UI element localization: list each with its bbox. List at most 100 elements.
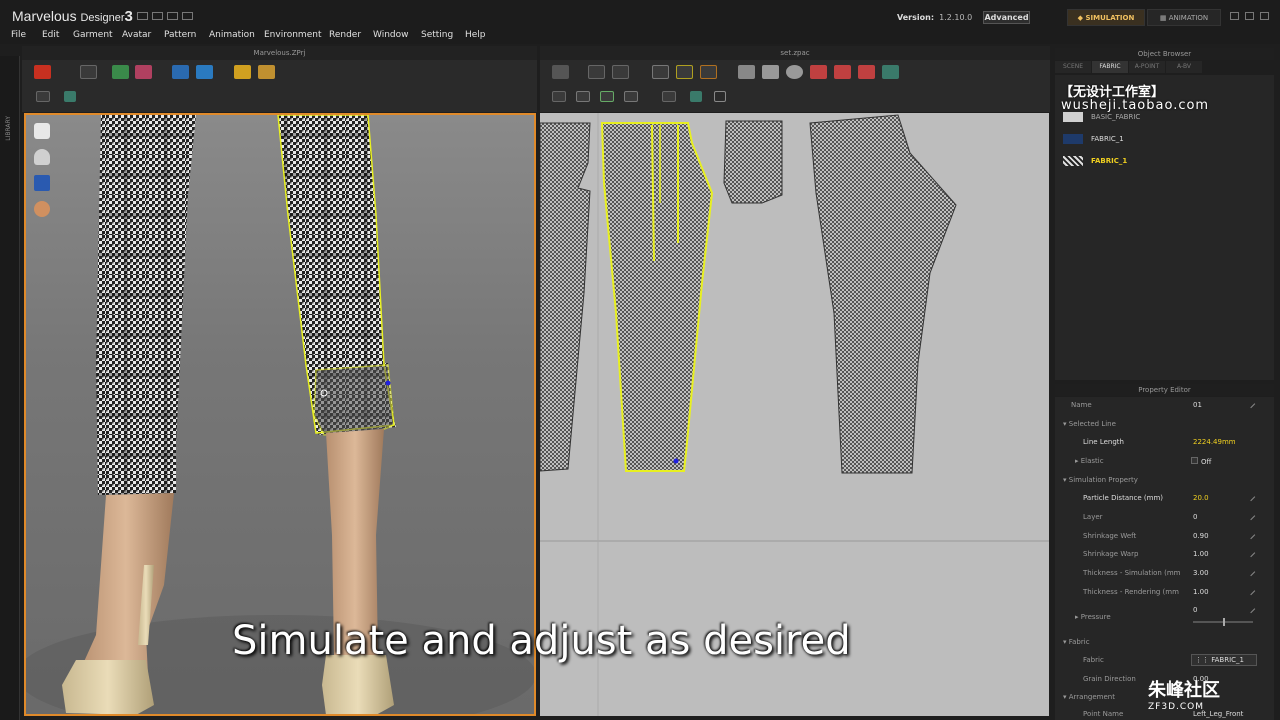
edit-icon[interactable]	[1246, 604, 1256, 614]
dart-icon[interactable]	[882, 65, 899, 79]
prop-elastic[interactable]: ▸ Elastic Off	[1055, 453, 1274, 470]
close-icon[interactable]	[1260, 12, 1269, 20]
internal-rectangle-icon[interactable]	[834, 65, 851, 79]
tab-3d-view[interactable]: Marvelous.ZPrj	[22, 46, 537, 60]
edit-icon[interactable]	[1246, 548, 1256, 558]
open-icon[interactable]	[152, 12, 163, 20]
save-icon[interactable]	[137, 12, 148, 20]
tab-scene[interactable]: SCENE	[1055, 61, 1091, 73]
undo-icon[interactable]	[167, 12, 178, 20]
prop-value: 01	[1193, 401, 1202, 409]
prop-thickness-rendering[interactable]: Thickness - Rendering (mm 1.00	[1055, 584, 1274, 601]
animation-run-icon[interactable]	[234, 65, 251, 79]
menu-garment[interactable]: Garment	[73, 30, 113, 40]
menu-pattern[interactable]: Pattern	[164, 30, 196, 40]
fabric-select[interactable]: ⋮⋮ FABRIC_1	[1191, 654, 1257, 666]
prop-value: 0	[1193, 513, 1198, 521]
menu-window[interactable]: Window	[373, 30, 409, 40]
simulate-icon[interactable]	[112, 65, 129, 79]
menu-file[interactable]: File	[11, 30, 26, 40]
simulation-mode-button[interactable]: ◆ SIMULATION	[1067, 9, 1145, 26]
mesh-icon[interactable]	[64, 91, 76, 102]
prop-line-length[interactable]: Line Length 2224.49mm	[1055, 434, 1274, 451]
animation-mode-button[interactable]: ▦ ANIMATION	[1147, 9, 1221, 26]
tab-2d-view[interactable]: set.zpac	[540, 46, 1050, 60]
circle-icon[interactable]	[786, 65, 803, 79]
edit-icon[interactable]	[1246, 530, 1256, 540]
fabric-item-1[interactable]: FABRIC_1	[1063, 132, 1124, 146]
section-fabric[interactable]: ▾ Fabric	[1055, 634, 1274, 651]
tab-a-bv[interactable]: A-BV	[1166, 61, 1202, 73]
fabric-item-1-selected[interactable]: FABRIC_1	[1063, 154, 1127, 168]
menu-edit[interactable]: Edit	[42, 30, 59, 40]
fold-icon[interactable]	[196, 65, 213, 79]
curve-point-icon[interactable]	[652, 65, 669, 79]
elastic-checkbox[interactable]: Off	[1191, 457, 1211, 466]
section-simulation-property[interactable]: ▾ Simulation Property	[1055, 472, 1274, 489]
pressure-slider-handle[interactable]	[1223, 618, 1225, 626]
prop-shrinkage-weft[interactable]: Shrinkage Weft 0.90	[1055, 528, 1274, 545]
tack-icon[interactable]	[624, 91, 638, 102]
redo-icon[interactable]	[182, 12, 193, 20]
prop-thickness-simulation[interactable]: Thickness - Simulation (mm 3.00	[1055, 565, 1274, 582]
tab-a-point[interactable]: A-POINT	[1129, 61, 1165, 73]
skin-icon[interactable]	[34, 201, 50, 217]
prop-pressure[interactable]: ▸ Pressure 0	[1055, 602, 1274, 628]
advanced-button[interactable]: Advanced	[983, 11, 1030, 24]
rectangle-icon[interactable]	[762, 65, 779, 79]
library-sidebar[interactable]: LIBRARY	[0, 56, 20, 720]
arrange-icon[interactable]	[172, 65, 189, 79]
prop-layer[interactable]: Layer 0	[1055, 509, 1274, 526]
prop-fabric[interactable]: Fabric ⋮⋮ FABRIC_1	[1055, 652, 1274, 669]
garment-sim-icon[interactable]	[135, 65, 152, 79]
menu-help[interactable]: Help	[465, 30, 486, 40]
prop-shrinkage-warp[interactable]: Shrinkage Warp 1.00	[1055, 546, 1274, 563]
version-info: Version: 1.2.10.0	[897, 13, 972, 22]
select-texture-icon[interactable]	[662, 91, 676, 102]
right-shoe	[322, 655, 394, 714]
prop-particle-distance[interactable]: Particle Distance (mm) 20.0	[1055, 490, 1274, 507]
avatar-pose-icon[interactable]	[258, 65, 275, 79]
edit-curvature-icon[interactable]	[700, 65, 717, 79]
menu-render[interactable]: Render	[329, 30, 361, 40]
edit-pattern-icon[interactable]	[612, 65, 629, 79]
prop-label: Shrinkage Weft	[1083, 532, 1137, 540]
tab-fabric[interactable]: FABRIC	[1092, 61, 1128, 73]
edit-icon[interactable]	[1246, 511, 1256, 521]
avatar-icon[interactable]	[34, 149, 50, 165]
edit-icon[interactable]	[1246, 399, 1256, 409]
prop-value: 20.0	[1193, 494, 1209, 502]
menu-animation[interactable]: Animation	[209, 30, 255, 40]
shirt-icon[interactable]	[34, 123, 50, 139]
internal-polygon-icon[interactable]	[810, 65, 827, 79]
minimize-icon[interactable]	[1230, 12, 1239, 20]
menu-environment[interactable]: Environment	[264, 30, 321, 40]
internal-circle-icon[interactable]	[858, 65, 875, 79]
prop-value: 2224.49mm	[1193, 438, 1236, 446]
menu-avatar[interactable]: Avatar	[122, 30, 151, 40]
add-point-icon[interactable]	[676, 65, 693, 79]
pressure-slider[interactable]	[1193, 618, 1253, 626]
menu-setting[interactable]: Setting	[421, 30, 453, 40]
free-sewing-icon[interactable]	[576, 91, 590, 102]
property-editor-title-label: Property Editor	[1138, 386, 1191, 394]
refresh-icon[interactable]	[552, 65, 569, 79]
section-selected-line[interactable]: ▾ Selected Line	[1055, 416, 1274, 433]
maximize-icon[interactable]	[1245, 12, 1254, 20]
polygon-icon[interactable]	[738, 65, 755, 79]
select-move-icon[interactable]	[80, 65, 97, 79]
select-icon[interactable]	[36, 91, 50, 102]
segment-sewing-icon[interactable]	[552, 91, 566, 102]
zf3d-logo: 朱峰社区 ZF3D.COM	[1148, 676, 1220, 712]
edit-icon[interactable]	[1246, 492, 1256, 502]
grid-icon[interactable]	[714, 91, 726, 102]
app-title-num: 3	[124, 8, 133, 25]
texture-mesh-icon[interactable]	[690, 91, 702, 102]
edit-sewing-icon[interactable]	[600, 91, 614, 102]
transform-pattern-icon[interactable]	[588, 65, 605, 79]
prop-name[interactable]: Name 01	[1055, 397, 1274, 414]
avatar-import-icon[interactable]	[34, 65, 51, 79]
texture-icon[interactable]	[34, 175, 50, 191]
edit-icon[interactable]	[1246, 567, 1256, 577]
edit-icon[interactable]	[1246, 586, 1256, 596]
